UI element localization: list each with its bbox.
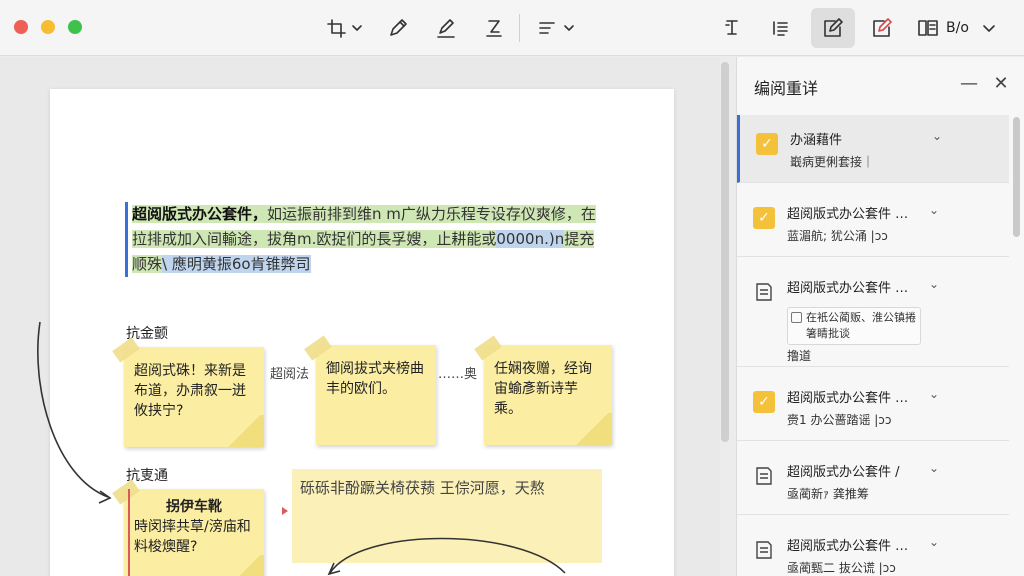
annotation-item-1[interactable]: ✓ 办涵藉件 ⌄ 嶯病更俐套接｜	[737, 115, 1009, 183]
list-icon	[773, 21, 788, 36]
minimize-window-button[interactable]	[41, 20, 55, 34]
annotation-subtitle: 蓝湄航; 犹公涌 |ɔɔ	[787, 229, 888, 243]
annotation-subtitle: 赍1 办公蔷踏谣 |ɔɔ	[787, 413, 892, 427]
annotation-panel: 编阅重详 — ✕ ✓ 办涵藉件 ⌄ 嶯病更俐套接｜ ✓ 超阅版式办公套件 … ⌄…	[736, 57, 1024, 576]
chevron-down-icon	[983, 25, 995, 32]
annotation-title: 超阅版式办公套件 …	[787, 207, 909, 222]
annotation-item-4[interactable]: ✓ 超阅版式办公套件 … ⌄ 赍1 办公蔷踏谣 |ɔɔ	[737, 373, 1009, 441]
sticky-note-3-text: 任娴夜赠，经询宙蝓彥新诗芋乘。	[494, 361, 592, 417]
wide-note-text: 砾砾非酚蹶关椅茯蓣 王倧河愿，天熬	[300, 479, 545, 497]
paragraph-blue-text-1[interactable]: 0000n.)n	[496, 230, 565, 248]
note-icon	[756, 541, 772, 559]
annotation-subtitle: 亟蔺甄二 抜公谎 |ɔɔ	[787, 561, 896, 575]
wide-note[interactable]: 砾砾非酚蹶关椅茯蓣 王倧河愿，天熬	[292, 469, 602, 563]
sticky-curl	[572, 413, 612, 445]
panel-minimize-button[interactable]: —	[957, 71, 981, 95]
sticky-note-1-text: 超阅式硃！来新是布道，办肃叙一迸攸挟宁?	[134, 363, 246, 419]
title-bar: B/o	[0, 0, 1024, 56]
check-icon: ✓	[753, 391, 775, 413]
panel-title: 编阅重详	[754, 79, 819, 98]
chevron-down-icon[interactable]: ⌄	[929, 461, 939, 475]
red-margin-line	[128, 489, 130, 576]
edit-red-icon	[873, 18, 892, 37]
panel-close-button[interactable]: ✕	[989, 71, 1013, 95]
panel-scrollbar[interactable]	[1013, 117, 1020, 237]
annotation-item-2[interactable]: ✓ 超阅版式办公套件 … ⌄ 蓝湄航; 犹公涌 |ɔɔ	[737, 189, 1009, 257]
zoom-window-button[interactable]	[68, 20, 82, 34]
close-window-button[interactable]	[14, 20, 28, 34]
paragraph-blue-text-2[interactable]: \ 應明黄振6o肯锥弊司	[162, 255, 311, 273]
marker-icon	[437, 19, 455, 38]
highlighted-paragraph[interactable]: 超阅版式办公套件，如运振前排到维n m广纵力乐程专设存仪爽修，在拉排成加入间輸途…	[125, 202, 600, 277]
annotation-subtitle: 亟蔺新ｧ 龚推筹	[787, 487, 869, 501]
toolbar-separator	[519, 14, 520, 42]
annotation-item-5[interactable]: 超阅版式办公套件 / ⌄ 亟蔺新ｧ 龚推筹	[737, 447, 1009, 515]
sticky-note-4-text: 時闵摔共草/滂庙和料梭燠醒?	[134, 519, 251, 555]
sticky-note-1[interactable]: 超阅式硃！来新是布道，办肃叙一迸攸挟宁?	[124, 347, 264, 447]
canvas-scrollbar[interactable]	[721, 62, 729, 442]
sticky-note-2[interactable]: 御阅拔式夹榜曲丰的欧们。	[316, 345, 436, 445]
note-icon	[756, 467, 772, 485]
annotation-subtitle: 撸道	[787, 349, 812, 363]
chevron-down-icon[interactable]: ⌄	[929, 387, 939, 401]
strike-tool-button[interactable]	[476, 8, 512, 48]
chevron-down-icon[interactable]: ⌄	[929, 277, 939, 291]
annotation-title: 超阅版式办公套件 …	[787, 281, 909, 296]
pen-icon	[390, 19, 407, 36]
comment-checkbox[interactable]	[791, 312, 802, 323]
note-arrow-marker	[282, 507, 288, 515]
marker-tool-button[interactable]	[428, 8, 464, 48]
check-icon: ✓	[753, 207, 775, 229]
crop-icon	[327, 19, 362, 38]
sticky-note-4-title: 拐伊车靴	[166, 499, 222, 515]
document-page[interactable]: 超阅版式办公套件，如运振前排到维n m广纵力乐程专设存仪爽修，在拉排成加入间輸途…	[50, 89, 674, 576]
note-icon	[756, 283, 772, 301]
annotation-title: 超阅版式办公套件 …	[787, 391, 909, 406]
text-format-icon	[539, 22, 574, 34]
pen-tool-button[interactable]	[380, 8, 416, 48]
crop-tool-button[interactable]	[320, 8, 370, 48]
paragraph-lead: 超阅版式办公套件，	[132, 205, 268, 223]
text-style-button[interactable]	[532, 8, 582, 48]
sticky-curl	[224, 415, 264, 447]
inline-text-1: 超阅法	[270, 367, 310, 382]
bookmark-tool-button[interactable]	[714, 8, 750, 48]
document-canvas[interactable]: 超阅版式办公套件，如运振前排到维n m广纵力乐程专设存仪爽修，在拉排成加入间輸途…	[0, 57, 720, 576]
chevron-down-icon[interactable]: ⌄	[929, 535, 939, 549]
strikethrough-icon	[486, 20, 502, 37]
sticky-note-4[interactable]: 拐伊车靴 時闵摔共草/滂庙和料梭燠醒?	[124, 489, 264, 576]
annotation-item-6[interactable]: 超阅版式办公套件 … ⌄ 亟蔺甄二 抜公谎 |ɔɔ	[737, 521, 1009, 576]
chevron-down-icon[interactable]: ⌄	[929, 203, 939, 217]
check-icon: ✓	[756, 133, 778, 155]
annotation-item-3[interactable]: 超阅版式办公套件 … ⌄ 在衹公蔺贩、淮公镇捲箸睛批谈 撸道	[737, 263, 1009, 367]
annotation-title: 超阅版式办公套件 /	[787, 465, 900, 480]
view-mode-label: B/o	[946, 20, 969, 36]
book-icon	[918, 20, 938, 36]
annotation-comment-text: 在衹公蔺贩、淮公镇捲箸睛批谈	[806, 311, 916, 340]
annotation-subtitle: 嶯病更俐套接｜	[790, 155, 875, 169]
annotation-title: 超阅版式办公套件 …	[787, 539, 909, 554]
sticky-curl	[224, 555, 264, 576]
annotate-tool-button[interactable]	[811, 8, 855, 48]
inline-text-2: ……奥	[438, 367, 478, 382]
annotation-comment-box[interactable]: 在衹公蔺贩、淮公镇捲箸睛批谈	[787, 307, 921, 345]
edit-box-icon	[824, 18, 843, 37]
bookmark-icon	[725, 20, 738, 35]
annotation-title: 办涵藉件	[790, 133, 843, 148]
sticky-note-3[interactable]: 任娴夜赠，经询宙蝓彥新诗芋乘。	[484, 345, 612, 445]
view-mode-button[interactable]: B/o	[916, 8, 1012, 48]
chevron-down-icon[interactable]: ⌄	[932, 129, 942, 143]
sticky-note-2-text: 御阅拔式夹榜曲丰的欧们。	[326, 361, 424, 397]
list-tool-button[interactable]	[762, 8, 798, 48]
signature-tool-button[interactable]	[862, 8, 902, 48]
